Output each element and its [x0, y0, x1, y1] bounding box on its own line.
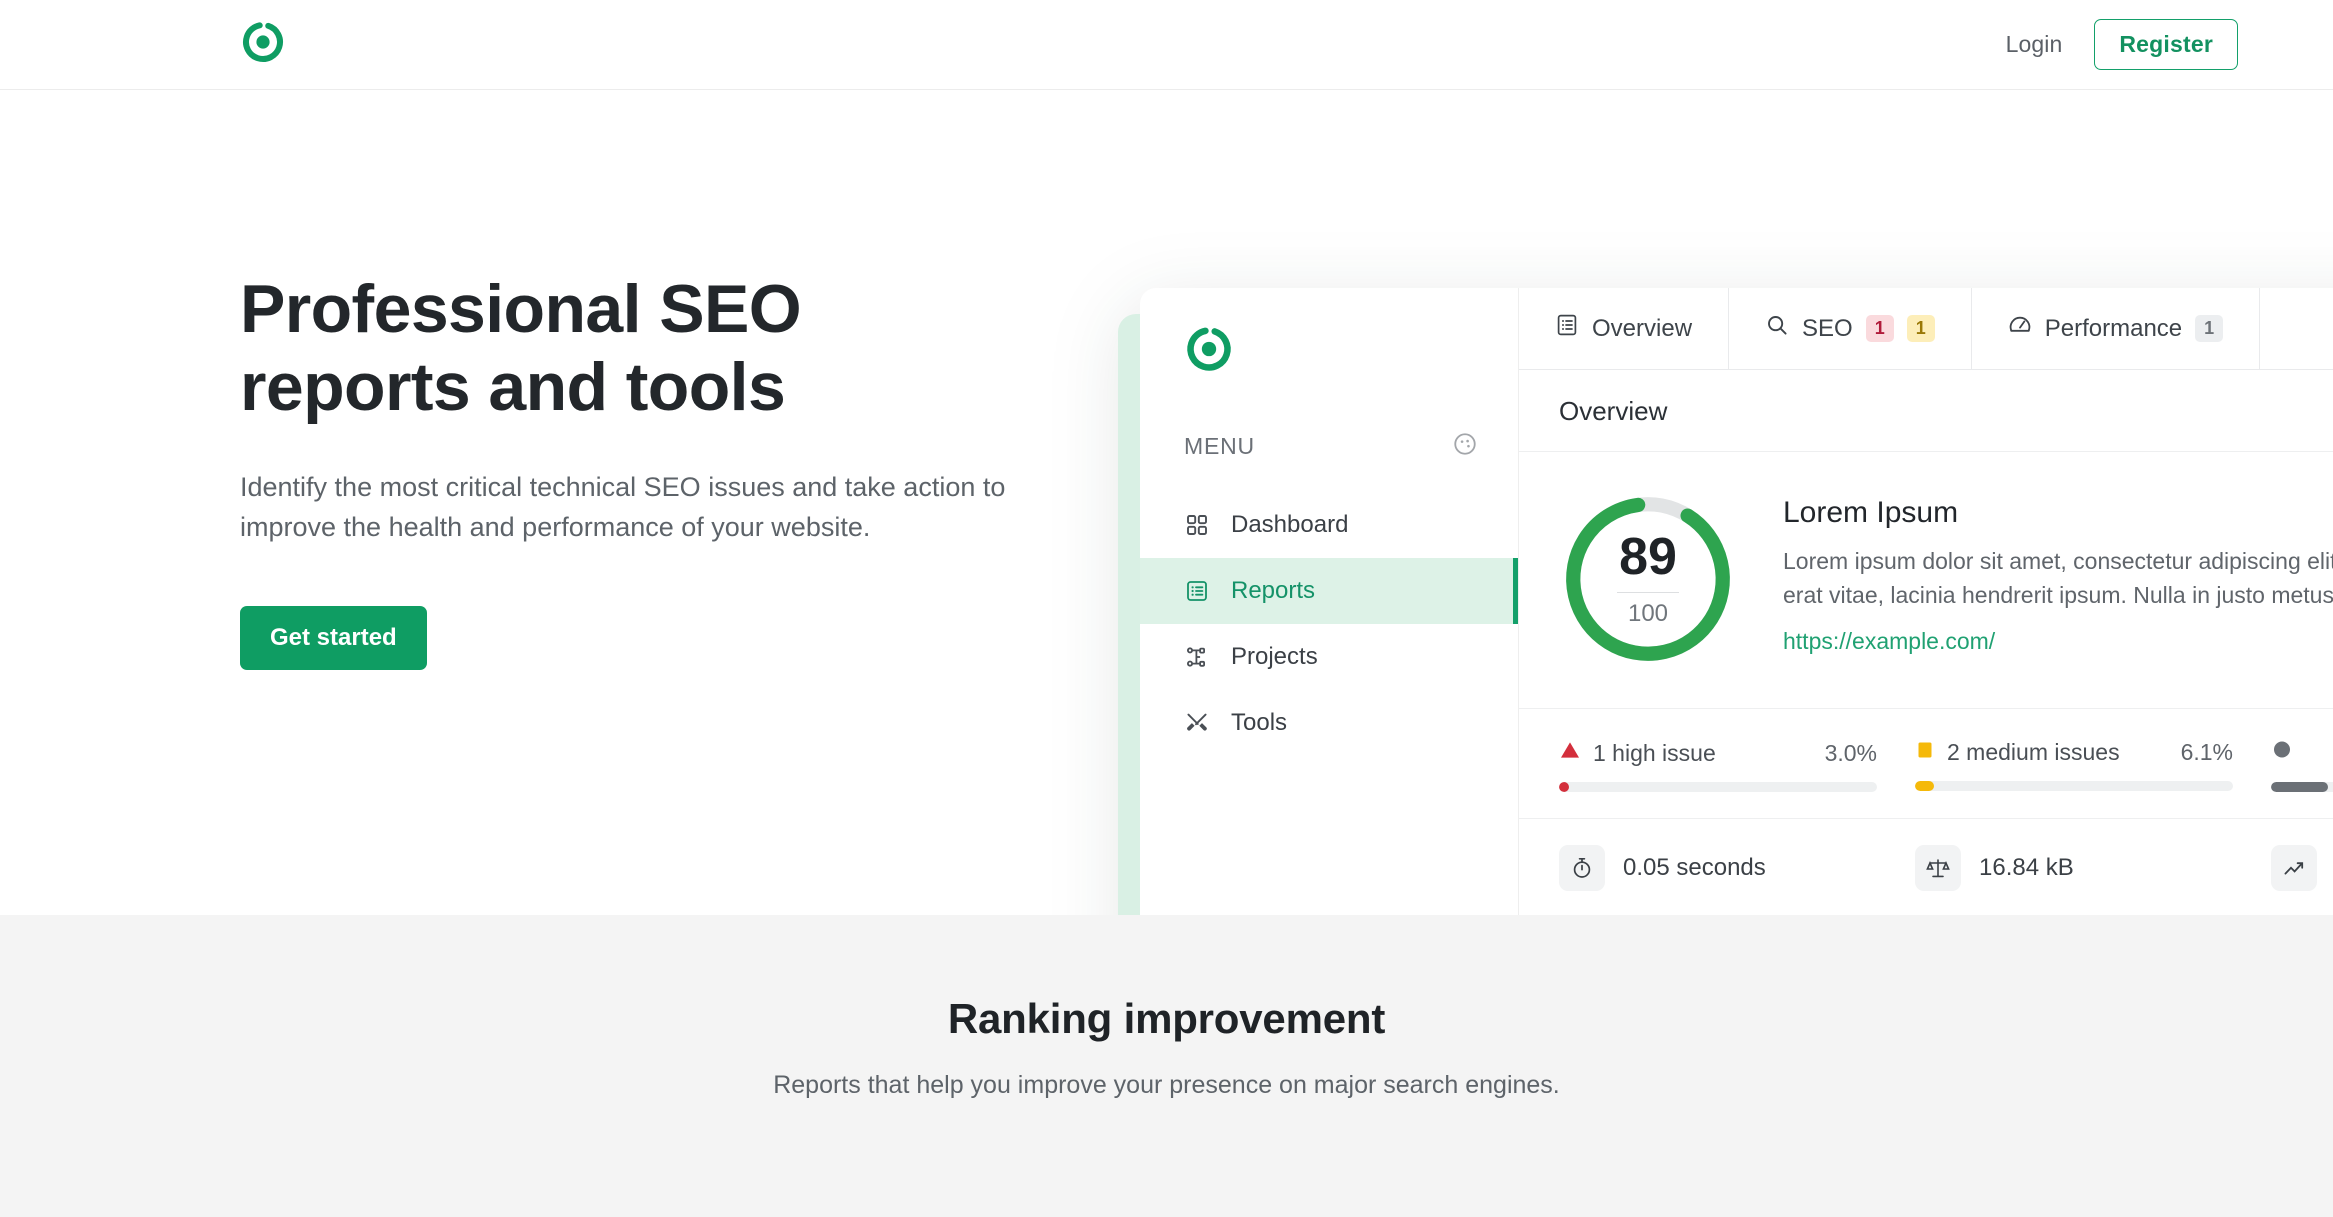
app-mockup: MENU — [1140, 288, 2333, 915]
tab-label: Overview — [1592, 315, 1692, 343]
tools-icon — [1184, 710, 1210, 736]
site-info: Lorem Ipsum Lorem ipsum dolor sit amet, … — [1783, 490, 2333, 655]
tab-overview[interactable]: Overview — [1519, 288, 1729, 369]
hero-section: Professional SEO reports and tools Ident… — [0, 90, 2333, 915]
mockup-sidebar: MENU — [1140, 288, 1518, 915]
sitemap-icon — [1184, 644, 1210, 670]
mockup-tabbar: Overview SEO 1 1 — [1519, 288, 2333, 370]
hero-title-line-1: Professional SEO — [240, 271, 801, 347]
score-gauge: 89 100 — [1559, 490, 1737, 668]
issue-header: 2 medium issues 6.1% — [1915, 739, 2271, 766]
tab-performance[interactable]: Performance 1 — [1972, 288, 2260, 369]
list-report-icon — [1555, 313, 1579, 344]
grid-icon — [1184, 512, 1210, 538]
status-badge-gray: 1 — [2195, 315, 2223, 343]
hero-copy: Professional SEO reports and tools Ident… — [240, 270, 1070, 670]
sidebar-item-projects[interactable]: Projects — [1140, 624, 1518, 690]
square-icon — [1915, 739, 1935, 766]
metric-value: 0.05 seconds — [1623, 854, 1766, 882]
issue-header — [2271, 739, 2333, 767]
hero-subtitle: Identify the most critical technical SEO… — [240, 468, 1050, 548]
status-badge-high: 1 — [1866, 315, 1894, 343]
issue-item-low — [2271, 739, 2333, 792]
sidebar-item-label: Reports — [1231, 577, 1315, 605]
issue-label: 1 high issue — [1593, 740, 1716, 767]
scales-icon — [1915, 845, 1961, 891]
issue-percent: 3.0% — [1825, 740, 1915, 767]
sidebar-menu-label: MENU — [1184, 433, 1255, 460]
mockup-logo — [1140, 324, 1518, 379]
score-max: 100 — [1617, 592, 1679, 628]
ranking-section: Ranking improvement Reports that help yo… — [0, 915, 2333, 1217]
metric-load-time: 0.05 seconds — [1559, 845, 1915, 891]
sidebar-item-reports[interactable]: Reports — [1140, 558, 1518, 624]
section-subtitle: Reports that help you improve your prese… — [0, 1071, 2333, 1100]
issue-percent: 6.1% — [2181, 739, 2271, 766]
tab-seo[interactable]: SEO 1 1 — [1729, 288, 1972, 369]
search-icon — [1765, 313, 1789, 344]
triangle-warning-icon — [1559, 739, 1581, 767]
list-report-icon — [1184, 578, 1210, 604]
get-started-button[interactable]: Get started — [240, 606, 427, 670]
metric-value: 16.84 kB — [1979, 854, 2074, 882]
issue-progress-bar — [1559, 782, 1877, 792]
speedometer-icon — [2008, 313, 2032, 344]
stopwatch-icon — [1559, 845, 1605, 891]
metrics-row: 0.05 seconds 16.84 kB — [1519, 819, 2333, 915]
sidebar-item-tools[interactable]: Tools — [1140, 690, 1518, 756]
sidebar-menu-header: MENU — [1140, 431, 1518, 462]
target-circle-logo-icon — [240, 19, 286, 70]
circle-icon — [2271, 739, 2293, 767]
sidebar-item-dashboard[interactable]: Dashboard — [1140, 492, 1518, 558]
issues-row: 1 high issue 3.0% 2 medium issues 6.1% — [1519, 709, 2333, 819]
site-name: Lorem Ipsum — [1783, 496, 2333, 530]
palette-icon[interactable] — [1452, 431, 1478, 462]
issue-progress-bar — [1915, 781, 2233, 791]
sidebar-item-label: Dashboard — [1231, 511, 1348, 539]
metric-page-size: 16.84 kB — [1915, 845, 2271, 891]
register-button[interactable]: Register — [2094, 19, 2238, 70]
tab-label: SEO — [1802, 315, 1853, 343]
section-title: Ranking improvement — [0, 995, 2333, 1043]
hero-title-line-2: reports and tools — [240, 349, 785, 425]
sidebar-item-label: Projects — [1231, 643, 1318, 671]
issue-item-high: 1 high issue 3.0% — [1559, 739, 1915, 792]
issue-header: 1 high issue 3.0% — [1559, 739, 1915, 767]
site-url-link[interactable]: https://example.com/ — [1783, 628, 2333, 655]
navbar-actions: Login Register — [2006, 19, 2238, 70]
panel-title: Overview — [1519, 370, 2333, 452]
top-navbar: Login Register — [0, 0, 2333, 90]
issue-progress-bar — [2271, 782, 2333, 792]
score-row: 89 100 Lorem Ipsum Lorem ipsum dolor sit… — [1519, 452, 2333, 709]
sidebar-item-label: Tools — [1231, 709, 1287, 737]
status-badge-medium: 1 — [1907, 315, 1935, 343]
score-value-wrap: 89 100 — [1559, 490, 1737, 668]
brand-logo-link[interactable] — [240, 19, 286, 70]
mockup-main-panel: Overview SEO 1 1 — [1518, 288, 2333, 915]
score-value: 89 — [1619, 531, 1677, 583]
login-link[interactable]: Login — [2006, 31, 2063, 58]
target-circle-logo-icon — [1184, 361, 1234, 378]
page-title: Professional SEO reports and tools — [240, 270, 1070, 426]
issue-label: 2 medium issues — [1947, 739, 2120, 766]
issue-item-medium: 2 medium issues 6.1% — [1915, 739, 2271, 792]
site-description: Lorem ipsum dolor sit amet, consectetur … — [1783, 544, 2333, 612]
tab-label: Performance — [2045, 315, 2182, 343]
chart-up-icon — [2271, 845, 2317, 891]
metric-third — [2271, 845, 2333, 891]
